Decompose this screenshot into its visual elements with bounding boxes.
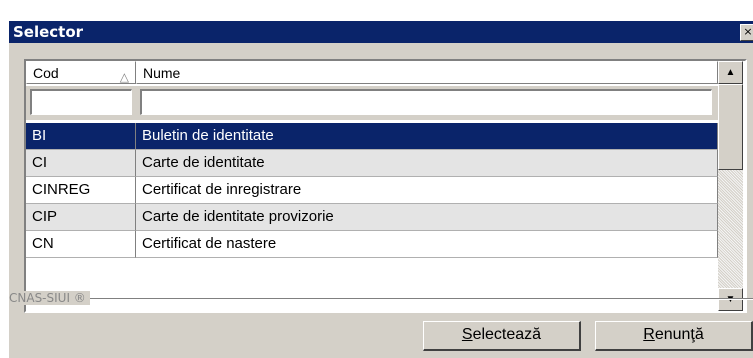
- nume-cell: Carte de identitate provizorie: [136, 204, 718, 231]
- column-header-cod[interactable]: Cod △: [26, 61, 136, 84]
- arrow-up-icon: ▲: [725, 67, 736, 78]
- group-divider: [9, 298, 753, 300]
- button-label: electează: [472, 326, 542, 343]
- button-label: enunţă: [654, 326, 704, 343]
- select-button[interactable]: Selectează: [423, 321, 581, 351]
- table-row[interactable]: CN Certificat de nastere: [26, 231, 718, 258]
- nume-cell: Buletin de identitate: [136, 123, 718, 150]
- mnemonic-letter: S: [461, 326, 473, 343]
- nume-filter-input[interactable]: [140, 89, 712, 115]
- title-bar[interactable]: Selector ×: [9, 21, 753, 43]
- column-header-label: Cod: [33, 65, 59, 81]
- table-row[interactable]: CIP Carte de identitate provizorie: [26, 204, 718, 231]
- sort-ascending-icon: △: [119, 70, 129, 84]
- mnemonic-letter: R: [643, 326, 655, 343]
- cod-cell: CI: [26, 150, 136, 177]
- scroll-up-button[interactable]: ▲: [718, 61, 743, 84]
- cod-cell: CN: [26, 231, 136, 258]
- cod-cell: CIP: [26, 204, 136, 231]
- cod-cell: CINREG: [26, 177, 136, 204]
- column-header-nume[interactable]: Nume: [136, 61, 718, 84]
- vertical-scrollbar[interactable]: ▲ ▼: [718, 61, 743, 311]
- selector-dialog: Selector × Cod △ Nume BI Buletin de iden…: [9, 21, 753, 358]
- nume-cell: Certificat de inregistrare: [136, 177, 718, 204]
- table-row[interactable]: CINREG Certificat de inregistrare: [26, 177, 718, 204]
- nume-cell: Certificat de nastere: [136, 231, 718, 258]
- table-row[interactable]: CI Carte de identitate: [26, 150, 718, 177]
- grid-rows: BI Buletin de identitate CI Carte de ide…: [26, 123, 718, 258]
- close-button[interactable]: ×: [740, 24, 753, 41]
- column-header-label: Nume: [143, 65, 181, 81]
- scroll-thumb[interactable]: [718, 84, 743, 170]
- cod-filter-input[interactable]: [30, 89, 132, 115]
- cod-cell: BI: [26, 123, 136, 150]
- window-title: Selector: [13, 23, 84, 41]
- group-label: CNAS-SIUI ®: [9, 291, 90, 305]
- selector-grid: Cod △ Nume BI Buletin de identitate CI C: [24, 59, 747, 313]
- filter-row: [26, 86, 718, 120]
- table-row[interactable]: BI Buletin de identitate: [26, 123, 718, 150]
- nume-cell: Carte de identitate: [136, 150, 718, 177]
- close-icon: ×: [743, 25, 753, 38]
- cancel-button[interactable]: Renunţă: [595, 321, 753, 351]
